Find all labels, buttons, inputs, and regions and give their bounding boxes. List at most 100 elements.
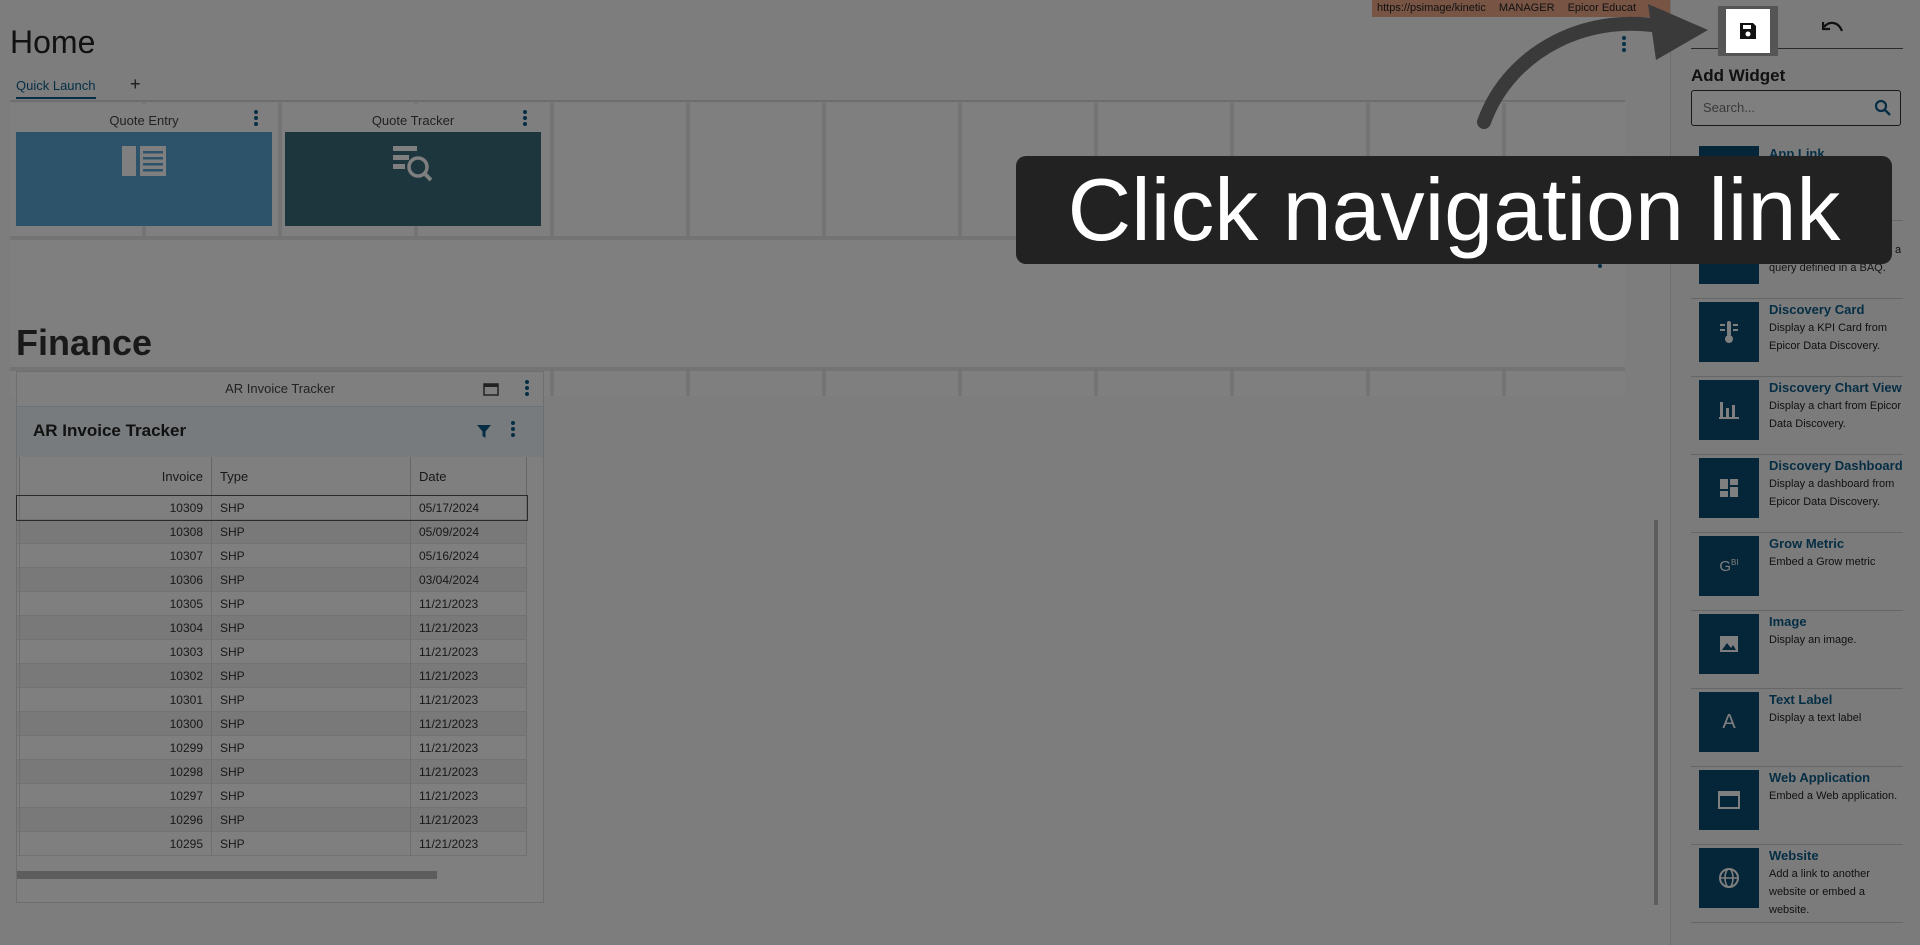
cell-type: SHP [211, 663, 411, 688]
tile-label: Quote Tracker [371, 113, 455, 128]
cell-type: SHP [211, 543, 411, 568]
tile-menu-icon[interactable] [523, 110, 527, 128]
table-row[interactable]: 10309 SHP 05/17/2024 [16, 494, 528, 521]
table-row[interactable]: 10306 SHP 03/04/2024 [17, 567, 527, 592]
table-row[interactable]: 10299 SHP 11/21/2023 [17, 735, 527, 760]
table-row[interactable]: 10303 SHP 11/21/2023 [17, 639, 527, 664]
widget-search-input[interactable] [1701, 99, 1865, 116]
cell-date: 11/21/2023 [410, 591, 527, 616]
cell-type: SHP [211, 495, 411, 520]
tile-launch-area[interactable] [285, 132, 541, 226]
widget-description: Embed a Grow metric [1769, 556, 1876, 568]
filter-icon[interactable] [477, 425, 491, 439]
widget-name: Discovery Dashboard [1769, 458, 1903, 473]
cell-date: 11/21/2023 [410, 783, 527, 808]
widget-description: Display an image. [1769, 634, 1857, 646]
widget-item-image[interactable]: Image Display an image. [1691, 611, 1903, 689]
widget-item-discovery-chart-view[interactable]: Discovery Chart View Display a chart from… [1691, 377, 1903, 455]
cell-date: 11/21/2023 [410, 711, 527, 736]
save-button-highlight[interactable] [1718, 6, 1778, 56]
invoice-table: Invoice Type Date 10309 SHP 05/17/2024 1030… [16, 457, 528, 856]
cell-type: SHP [211, 783, 411, 808]
widget-name: Discovery Card [1769, 302, 1865, 317]
cell-invoice: 10306 [19, 567, 212, 592]
table-row[interactable]: 10298 SHP 11/21/2023 [17, 759, 527, 784]
widget-description: Display a dashboard from Epicor Data Dis… [1769, 478, 1895, 508]
cell-date: 05/17/2024 [410, 495, 527, 520]
pointer-arrow [1477, 4, 1708, 129]
cell-date: 05/16/2024 [410, 543, 527, 568]
open-window-icon[interactable] [483, 383, 499, 396]
tile-quote-tracker[interactable]: Quote Tracker [285, 104, 541, 226]
column-header-type[interactable]: Type [211, 457, 411, 496]
widget-item-website[interactable]: Website Add a link to another website or … [1691, 845, 1903, 923]
section-title: Finance [16, 322, 153, 363]
cell-type: SHP [211, 567, 411, 592]
cell-date: 11/21/2023 [410, 687, 527, 712]
widget-name: Web Application [1769, 770, 1871, 785]
form-list-icon [122, 146, 166, 176]
cell-invoice: 10302 [19, 663, 212, 688]
cell-invoice: 10297 [19, 783, 212, 808]
widget-item-discovery-card[interactable]: Discovery Card Display a KPI Card from Ep… [1691, 299, 1903, 377]
widget-description: Add a link to another website or embed a… [1769, 868, 1870, 916]
widget-menu-icon[interactable] [525, 380, 529, 398]
column-header-invoice[interactable]: Invoice [19, 457, 212, 496]
widget-search [1691, 90, 1901, 126]
undo-button[interactable] [1811, 6, 1855, 50]
widget-name: Text Label [1769, 692, 1833, 707]
grid-menu-icon[interactable] [511, 421, 515, 439]
bar-chart-icon [1699, 380, 1759, 440]
cell-date: 05/09/2024 [410, 519, 527, 544]
globe-icon [1699, 848, 1759, 908]
widget-name: Website [1769, 848, 1819, 863]
widget-item-discovery-dashboard[interactable]: Discovery Dashboard Display a dashboard f… [1691, 455, 1903, 533]
instruction-banner: Click navigation link [1016, 156, 1892, 264]
cell-type: SHP [211, 687, 411, 712]
tile-label: Quote Entry [109, 113, 179, 128]
table-row[interactable]: 10295 SHP 11/21/2023 [17, 831, 527, 856]
widget-description: Display a text label [1769, 712, 1862, 724]
table-row[interactable]: 10302 SHP 11/21/2023 [17, 663, 527, 688]
undo-icon [1822, 21, 1844, 32]
table-row[interactable]: 10304 SHP 11/21/2023 [17, 615, 527, 640]
cell-date: 11/21/2023 [410, 759, 527, 784]
widget-item-text-label[interactable]: A Text Label Display a text label [1691, 689, 1903, 767]
tile-launch-area[interactable] [16, 132, 272, 226]
cell-type: SHP [211, 807, 411, 832]
horizontal-scrollbar[interactable] [17, 871, 437, 879]
cell-type: SHP [211, 639, 411, 664]
cell-invoice: 10308 [19, 519, 212, 544]
page-scrollbar[interactable] [1654, 520, 1658, 905]
column-header-date[interactable]: Date [410, 457, 527, 496]
cell-date: 11/21/2023 [410, 807, 527, 832]
cell-invoice: 10304 [19, 615, 212, 640]
ar-invoice-tracker-widget: AR Invoice Tracker AR Invoice Tracker In… [16, 371, 544, 903]
widget-item-web-application[interactable]: Web Application Embed a Web application. [1691, 767, 1903, 845]
add-tab-button[interactable]: + [130, 74, 141, 95]
widget-description: Display a KPI Card from Epicor Data Disc… [1769, 322, 1887, 352]
table-row[interactable]: 10308 SHP 05/09/2024 [17, 519, 527, 544]
dashboard-icon [1699, 458, 1759, 518]
table-row[interactable]: 10307 SHP 05/16/2024 [17, 543, 527, 568]
widget-name: Grow Metric [1769, 536, 1845, 551]
save-icon [1740, 23, 1756, 39]
cell-invoice: 10309 [19, 495, 212, 520]
cell-invoice: 10298 [19, 759, 212, 784]
table-row[interactable]: 10300 SHP 11/21/2023 [17, 711, 527, 736]
cell-date: 11/21/2023 [410, 639, 527, 664]
search-icon[interactable] [1874, 99, 1892, 117]
cell-invoice: 10299 [19, 735, 212, 760]
table-row[interactable]: 10301 SHP 11/21/2023 [17, 687, 527, 712]
tab-bar: Quick Launch + [10, 74, 1625, 102]
cell-type: SHP [211, 831, 411, 856]
cell-type: SHP [211, 735, 411, 760]
table-row[interactable]: 10305 SHP 11/21/2023 [17, 591, 527, 616]
cell-date: 11/21/2023 [410, 663, 527, 688]
table-row[interactable]: 10297 SHP 11/21/2023 [17, 783, 527, 808]
widget-item-grow-metric[interactable]: GBI Grow Metric Embed a Grow metric [1691, 533, 1903, 611]
tile-quote-entry[interactable]: Quote Entry [16, 104, 272, 226]
tab-quick-launch[interactable]: Quick Launch [16, 78, 96, 99]
table-row[interactable]: 10296 SHP 11/21/2023 [17, 807, 527, 832]
tile-menu-icon[interactable] [254, 110, 258, 128]
